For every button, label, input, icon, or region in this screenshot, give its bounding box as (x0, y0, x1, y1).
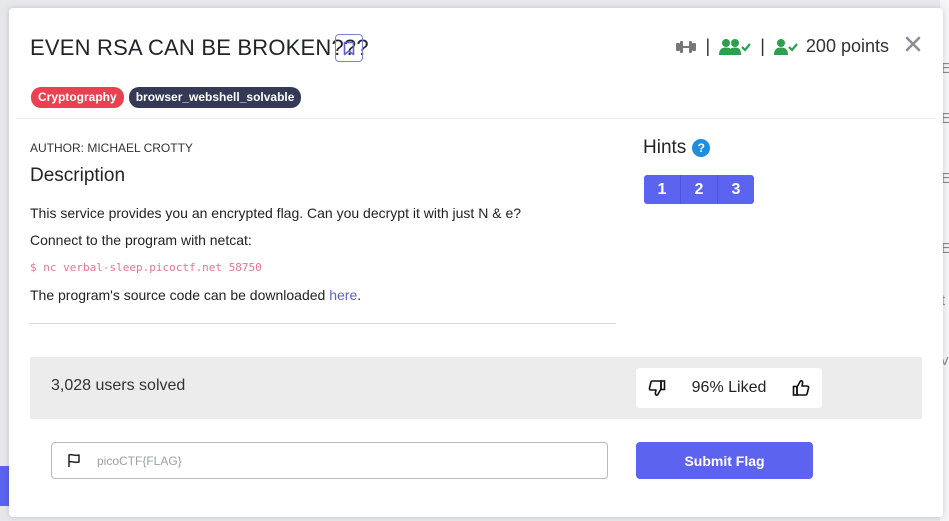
background-button (0, 466, 9, 506)
points-label: 200 points (805, 36, 889, 56)
user-check-icon (773, 38, 798, 55)
source-text: The program's source code can be downloa… (30, 287, 330, 303)
description-paragraph: This service provides you an encrypted f… (30, 205, 522, 221)
thumbs-down-icon[interactable] (648, 379, 666, 397)
divider (30, 323, 616, 324)
flag-field[interactable] (51, 442, 608, 479)
description-heading: Description (30, 165, 126, 186)
tag-list: Cryptography browser_webshell_solvable (31, 87, 302, 108)
source-text-end: . (357, 287, 362, 303)
difficulty-icon (675, 40, 696, 53)
divider (16, 118, 936, 119)
tag-browser-webshell[interactable]: browser_webshell_solvable (128, 87, 302, 108)
submit-flag-button[interactable]: Submit Flag (636, 442, 813, 479)
challenge-title: EVEN RSA CAN BE BROKEN??? (30, 35, 369, 60)
stats-bar: 3,028 users solved 96% Liked (30, 357, 922, 419)
rating-box: 96% Liked (636, 368, 822, 408)
hint-button-3[interactable]: 3 (718, 175, 754, 204)
solved-count: 3,028 users solved (51, 377, 186, 394)
hint-buttons: 1 2 3 (644, 175, 754, 204)
bookmark-button[interactable] (335, 34, 363, 62)
hints-title: Hints (643, 137, 687, 158)
description-paragraph: The program's source code can be downloa… (30, 287, 361, 303)
hint-button-1[interactable]: 1 (644, 175, 681, 204)
bookmark-icon (343, 41, 355, 55)
close-icon[interactable] (904, 35, 922, 53)
hints-heading: Hints ? (643, 137, 711, 159)
netcat-command: $ nc verbal-sleep.picoctf.net 58750 (30, 261, 262, 274)
challenge-modal: EVEN RSA CAN BE BROKEN??? | | 200 points… (9, 8, 943, 517)
meta-separator: | (705, 36, 711, 56)
help-icon[interactable]: ? (692, 139, 711, 157)
author-label: AUTHOR: MICHAEL CROTTY (30, 141, 193, 155)
meta-separator: | (760, 36, 765, 56)
thumbs-up-icon[interactable] (792, 379, 810, 397)
description-paragraph: Connect to the program with netcat: (30, 232, 252, 248)
tag-cryptography[interactable]: Cryptography (31, 87, 124, 108)
source-download-link[interactable]: here (329, 287, 357, 303)
flag-icon (67, 453, 81, 468)
hint-button-2[interactable]: 2 (681, 175, 718, 204)
challenge-meta: | | 200 points (675, 36, 889, 57)
flag-input[interactable] (95, 452, 607, 469)
liked-percentage: 96% Liked (691, 379, 767, 396)
users-check-icon (719, 38, 752, 55)
